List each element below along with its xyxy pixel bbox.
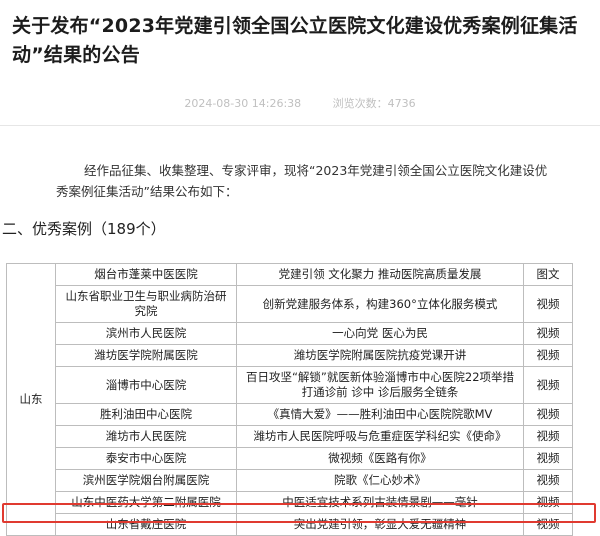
table-row: 滨州医学院烟台附属医院 院歌《仁心妙术》 视频 (7, 469, 573, 492)
table-row: 山东省职业卫生与职业病防治研究院 创新党建服务体系，构建360°立体化服务模式 … (7, 285, 573, 323)
table-row: 潍坊市人民医院 潍坊市人民医院呼吸与危重症医学科纪实《使命》 视频 (7, 425, 573, 448)
table-row: 淄博市中心医院 百日攻坚“解锁”就医新体验淄博市中心医院22项举措打通诊前 诊中… (7, 366, 573, 404)
hospital-cell: 淄博市中心医院 (55, 366, 237, 404)
type-cell: 视频 (523, 403, 573, 426)
province-cell: 山东 (6, 263, 56, 536)
hospital-cell: 滨州医学院烟台附属医院 (55, 469, 237, 492)
type-cell: 视频 (523, 344, 573, 367)
project-cell: 微视频《医路有你》 (236, 447, 524, 470)
project-cell: 《真情大爱》——胜利油田中心医院院歌MV (236, 403, 524, 426)
project-cell: 中医适宜技术系列古装情景剧——毫针 (236, 491, 524, 514)
project-cell: 百日攻坚“解锁”就医新体验淄博市中心医院22项举措打通诊前 诊中 诊后服务全链条 (236, 366, 524, 404)
table-row: 山东中医药大学第二附属医院 中医适宜技术系列古装情景剧——毫针 视频 (7, 491, 573, 514)
divider (0, 125, 600, 126)
table-row: 滨州市人民医院 一心向党 医心为民 视频 (7, 322, 573, 345)
hospital-cell: 山东中医药大学第二附属医院 (55, 491, 237, 514)
hospital-cell: 潍坊医学院附属医院 (55, 344, 237, 367)
cases-table: 山东 烟台市蓬莱中医医院 党建引领 文化聚力 推动医院高质量发展 图文 山东省职… (6, 263, 573, 536)
hospital-cell: 潍坊市人民医院 (55, 425, 237, 448)
project-cell: 创新党建服务体系，构建360°立体化服务模式 (236, 285, 524, 323)
type-cell: 视频 (523, 425, 573, 448)
intro-paragraph: 经作品征集、收集整理、专家评审，现将“2023年党建引领全国公立医院文化建设优秀… (56, 163, 548, 199)
type-cell: 视频 (523, 469, 573, 492)
project-cell: 突出党建引领，彰显大爱无疆精神 (236, 513, 524, 536)
project-cell: 潍坊市人民医院呼吸与危重症医学科纪实《使命》 (236, 425, 524, 448)
section-title: 二、优秀案例（189个） (2, 220, 166, 238)
hospital-cell: 山东省职业卫生与职业病防治研究院 (55, 285, 237, 323)
project-cell: 党建引领 文化聚力 推动医院高质量发展 (236, 263, 524, 286)
project-cell: 一心向党 医心为民 (236, 322, 524, 345)
table-row: 山东 烟台市蓬莱中医医院 党建引领 文化聚力 推动医院高质量发展 图文 (6, 263, 573, 536)
type-cell: 视频 (523, 322, 573, 345)
article-title: 关于发布“2023年党建引领全国公立医院文化建设优秀案例征集活动”结果的公告 (12, 15, 578, 66)
hospital-cell: 泰安市中心医院 (55, 447, 237, 470)
type-cell: 视频 (523, 513, 573, 536)
table-row: 胜利油田中心医院 《真情大爱》——胜利油田中心医院院歌MV 视频 (7, 403, 573, 426)
project-cell: 院歌《仁心妙术》 (236, 469, 524, 492)
type-cell: 图文 (523, 263, 573, 286)
hospital-cell: 胜利油田中心医院 (55, 403, 237, 426)
hospital-cell: 烟台市蓬莱中医医院 (55, 263, 237, 286)
publish-date: 2024-08-30 14:26:38 (184, 97, 302, 110)
project-cell: 潍坊医学院附属医院抗疫党课开讲 (236, 344, 524, 367)
type-cell: 视频 (523, 491, 573, 514)
table-row: 潍坊医学院附属医院 潍坊医学院附属医院抗疫党课开讲 视频 (7, 344, 573, 367)
table-row-highlighted: 山东省戴庄医院 突出党建引领，彰显大爱无疆精神 视频 (7, 513, 573, 536)
hospital-cell: 山东省戴庄医院 (55, 513, 237, 536)
view-count: 浏览次数：4736 (332, 97, 416, 110)
type-cell: 视频 (523, 285, 573, 323)
table-row: 泰安市中心医院 微视频《医路有你》 视频 (7, 447, 573, 470)
type-cell: 视频 (523, 447, 573, 470)
article-meta: 2024-08-30 14:26:38 浏览次数：4736 (0, 95, 600, 111)
type-cell: 视频 (523, 366, 573, 404)
hospital-cell: 滨州市人民医院 (55, 322, 237, 345)
